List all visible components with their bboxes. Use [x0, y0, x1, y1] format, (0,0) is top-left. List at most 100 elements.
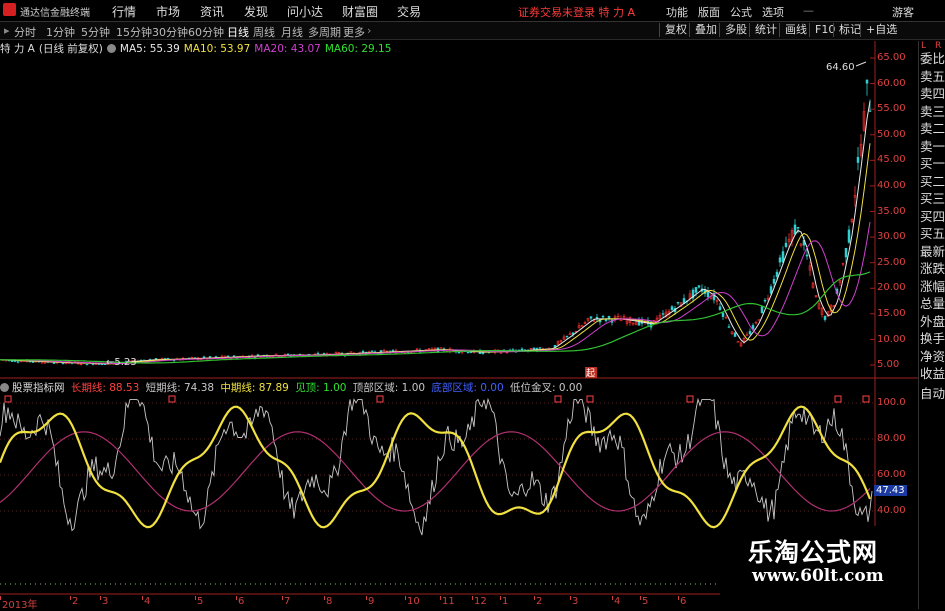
date-tick [282, 596, 283, 600]
top-signal-marker [586, 395, 594, 403]
price-tick-label: 5.00 [877, 359, 900, 371]
indicator-settings-icon[interactable] [0, 383, 9, 392]
date-tick [405, 596, 406, 600]
candle-body [844, 247, 848, 258]
candle-body [796, 227, 800, 229]
low-golden-cross: 低位金叉: 0.00 [510, 382, 583, 394]
candle-body [784, 242, 788, 247]
date-label: 8 [326, 596, 333, 607]
date-tick [366, 596, 367, 600]
long-term-curve [0, 431, 871, 512]
candle-body [772, 278, 776, 284]
candle-body [286, 353, 290, 356]
chart-area[interactable]: 64.60 ←5.23 起 [0, 0, 918, 596]
date-label: 10 [407, 596, 420, 607]
candle-body [604, 318, 608, 322]
date-tick [440, 596, 441, 600]
price-tick-label: 60.00 [877, 77, 906, 89]
candle-body [733, 332, 737, 337]
candle-body [718, 306, 722, 310]
candle-body [601, 316, 605, 318]
candle-body [208, 356, 212, 358]
top-signal: 见顶: 1.00 [295, 382, 347, 394]
candle-body [823, 315, 827, 320]
date-label: 4 [144, 596, 151, 607]
date-tick [640, 596, 641, 600]
price-tick-label: 30.00 [877, 231, 906, 243]
candle-body [202, 356, 206, 359]
candle-body [778, 257, 782, 263]
sidebar-item[interactable]: 收益 [919, 364, 945, 384]
date-label: 3 [572, 596, 579, 607]
date-label: 1 [502, 596, 509, 607]
candle-body [721, 312, 725, 317]
candle-body [16, 361, 20, 363]
date-label: 6 [680, 596, 687, 607]
candle-body [256, 354, 260, 356]
candle-body [565, 335, 569, 338]
date-label: 2 [72, 596, 79, 607]
quote-sidebar: L R 委比 卖五 卖四 卖三 卖二 卖一 买一 买二 买三 买四 买五 最新 涨跌 涨幅 总量 外盘 换手 净资… [918, 41, 945, 609]
candle-body [40, 362, 44, 364]
date-label: 2 [536, 596, 543, 607]
candle-body [607, 315, 611, 319]
indicator-tick-label: 40.00 [877, 505, 906, 516]
top-signal-marker [686, 395, 694, 403]
top-zone: 顶部区域: 1.00 [352, 382, 426, 394]
main-chart-header: 特 力 A (日线 前复权) MA5: 55.39 MA10: 53.97 MA20: … [0, 41, 395, 55]
price-tick-label: 55.00 [877, 103, 906, 115]
high-price-label: 64.60 [826, 62, 855, 73]
date-label: 11 [442, 596, 455, 607]
settings-icon[interactable] [106, 44, 116, 53]
candle-body [697, 285, 701, 288]
date-label: 5 [197, 596, 204, 607]
ma20-value: MA20: 43.07 [254, 43, 321, 55]
candle-body [847, 229, 851, 243]
candle-body [469, 351, 473, 354]
price-tick-label: 25.00 [877, 256, 906, 268]
short-term-curve [0, 397, 873, 536]
candle-body [52, 362, 56, 364]
date-label: 6 [238, 596, 245, 607]
candle-body [85, 363, 89, 366]
current-value-tag: 47.43 [874, 485, 907, 496]
date-tick [236, 596, 237, 600]
indicator-tick-label: 100.0 [877, 397, 906, 408]
candle-body [481, 352, 485, 354]
date-label: 12 [474, 596, 487, 607]
ma10-line [0, 143, 871, 365]
auto-button[interactable]: 自动 [919, 384, 945, 404]
long-term-line: 长期线: 88.53 [70, 382, 140, 394]
top-signal-marker [4, 395, 12, 403]
candle-body [763, 299, 767, 302]
indicator-title: 股票指标网 [12, 382, 65, 394]
date-axis: 2013年 2 3 4 5 6 7 8 9 10 11 12 1 2 3 4 5 6 [0, 596, 918, 611]
ma60-value: MA60: 29.15 [324, 43, 392, 55]
date-tick [534, 596, 535, 600]
date-tick [500, 596, 501, 600]
ma5-line [0, 101, 871, 365]
top-signal-marker [862, 395, 870, 403]
date-label: 9 [368, 596, 375, 607]
date-tick [70, 596, 71, 600]
candle-body [670, 306, 674, 311]
watermark-url: www.60lt.com [752, 566, 884, 586]
price-tick-label: 65.00 [877, 52, 906, 63]
candle-body [370, 350, 374, 352]
date-tick [570, 596, 571, 600]
candle-body [439, 347, 443, 349]
date-tick [612, 596, 613, 600]
date-tick [0, 596, 1, 600]
adjust-mode: (日线 前复权) [38, 43, 103, 55]
top-signal-marker [376, 395, 384, 403]
short-term-line: 短期线: 74.38 [145, 382, 215, 394]
candle-body [694, 287, 698, 293]
price-tick-label: 50.00 [877, 128, 906, 140]
top-signal-marker [168, 395, 176, 403]
candle-body [676, 301, 680, 304]
ma10-value: MA10: 53.97 [183, 43, 251, 55]
date-tick [472, 596, 473, 600]
date-label: 5 [642, 596, 649, 607]
indicator-tick-label: 80.00 [877, 433, 906, 444]
ma20-line [0, 221, 871, 365]
